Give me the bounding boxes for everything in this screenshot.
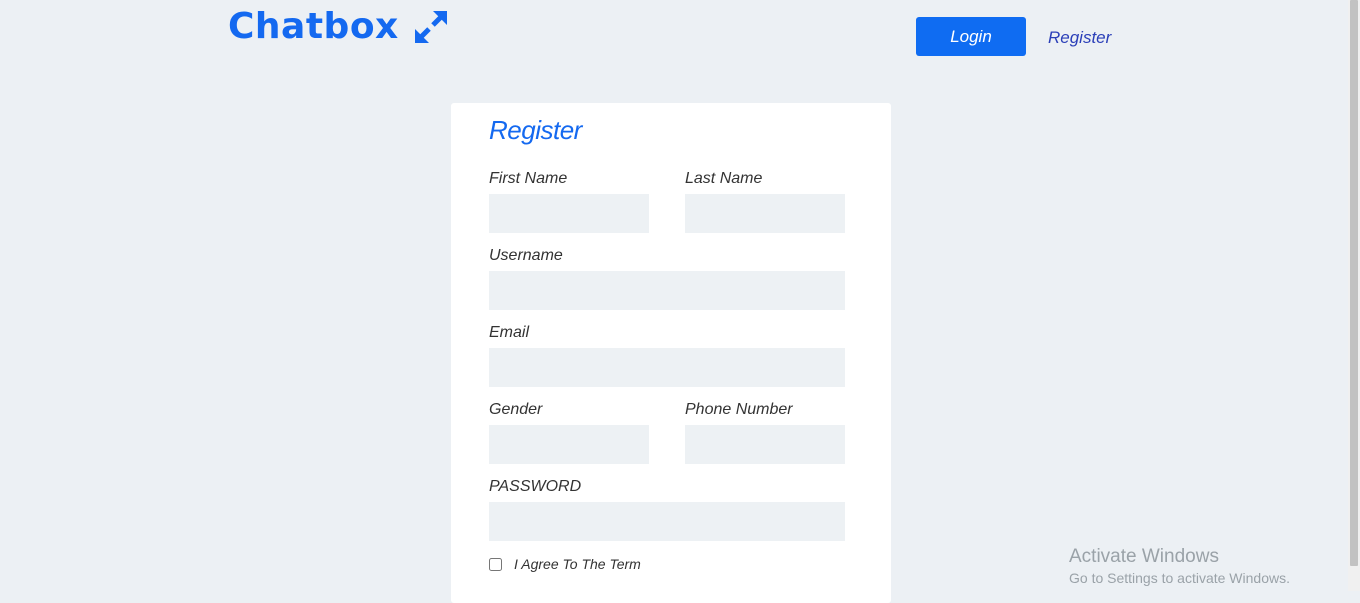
expand-arrows-icon <box>414 10 447 43</box>
gender-label: Gender <box>489 401 543 418</box>
terms-checkbox[interactable] <box>489 558 502 571</box>
scrollbar-thumb[interactable] <box>1350 0 1358 566</box>
username-field[interactable] <box>489 271 845 310</box>
register-card: Register First Name Last Name Username E… <box>451 103 891 603</box>
password-field[interactable] <box>489 502 845 541</box>
email-field[interactable] <box>489 348 845 387</box>
email-label: Email <box>489 324 530 341</box>
page-scrollbar[interactable] <box>1348 0 1360 591</box>
first-name-field[interactable] <box>489 194 649 233</box>
phone-number-field[interactable] <box>685 425 845 464</box>
register-link[interactable]: Register <box>1048 28 1111 48</box>
logo-text: Chatbox <box>228 6 399 47</box>
watermark-title: Activate Windows <box>1069 546 1219 567</box>
form-title: Register <box>489 115 582 145</box>
gender-field[interactable] <box>489 425 649 464</box>
phone-number-label: Phone Number <box>685 401 793 418</box>
activate-windows-watermark: Activate Windows Go to Settings to activ… <box>1069 546 1290 586</box>
login-button[interactable]: Login <box>916 17 1026 56</box>
terms-label: I Agree To The Term <box>514 556 641 572</box>
watermark-subtitle: Go to Settings to activate Windows. <box>1069 570 1290 586</box>
username-label: Username <box>489 247 563 264</box>
last-name-field[interactable] <box>685 194 845 233</box>
last-name-label: Last Name <box>685 170 763 187</box>
first-name-label: First Name <box>489 170 568 187</box>
password-label: PASSWORD <box>489 478 582 495</box>
logo[interactable]: Chatbox <box>228 6 449 47</box>
